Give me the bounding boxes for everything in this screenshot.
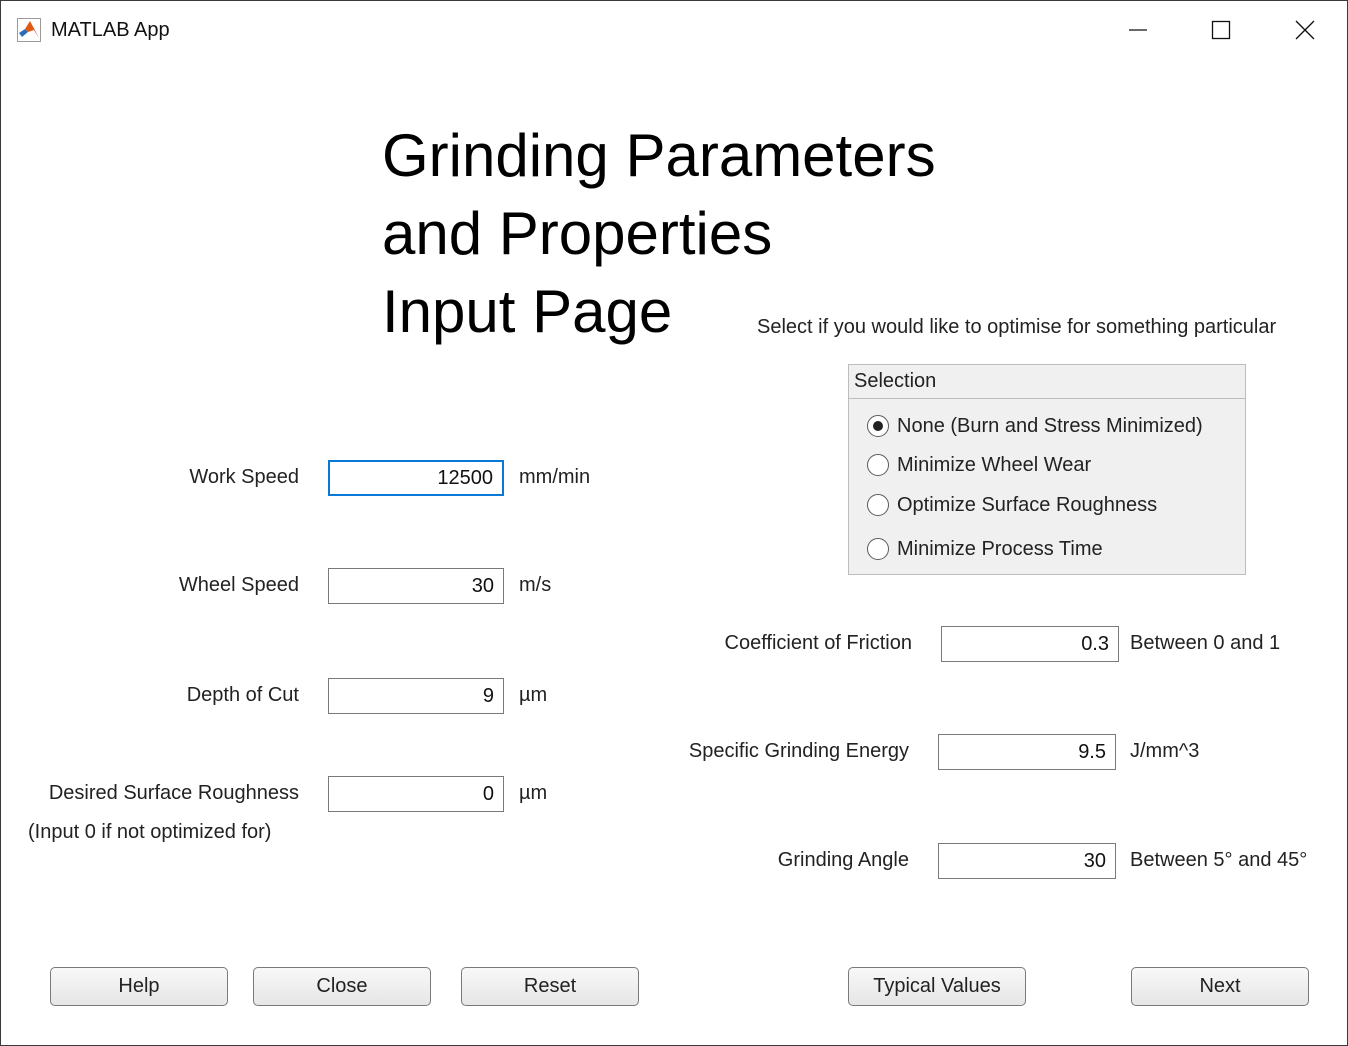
minimize-button[interactable] [1115, 11, 1161, 49]
maximize-button[interactable] [1198, 11, 1244, 49]
wheel-speed-label: Wheel Speed [178, 574, 299, 596]
wheel-speed-input[interactable] [328, 568, 504, 604]
radio-label[interactable]: Minimize Process Time [897, 537, 1103, 561]
typical-values-button[interactable]: Typical Values [848, 967, 1026, 1006]
radio-button[interactable] [867, 454, 889, 476]
specific-grinding-energy-label: Specific Grinding Energy [688, 740, 909, 762]
work-speed-unit: mm/min [519, 466, 591, 488]
reset-button[interactable]: Reset [461, 967, 639, 1006]
selection-panel: Selection None (Burn and Stress Minimize… [848, 364, 1246, 575]
depth-of-cut-unit: µm [519, 684, 548, 706]
radio-button[interactable] [867, 538, 889, 560]
page-title-line: and Properties [382, 200, 773, 267]
coefficient-of-friction-range: Between 0 and 1 [1130, 632, 1281, 654]
selection-panel-title: Selection [849, 365, 1245, 399]
surface-roughness-unit: µm [519, 782, 548, 804]
wheel-speed-unit: m/s [519, 574, 552, 596]
coefficient-of-friction-input[interactable] [941, 626, 1119, 662]
radio-button[interactable] [867, 494, 889, 516]
close-window-button[interactable] [1282, 11, 1328, 49]
grinding-angle-range: Between 5° and 45° [1130, 849, 1308, 871]
app-window: MATLAB App Grinding Parameters and Prope… [0, 0, 1348, 1046]
radio-label[interactable]: None (Burn and Stress Minimized) [897, 414, 1203, 438]
next-button[interactable]: Next [1131, 967, 1309, 1006]
work-speed-input[interactable] [328, 460, 504, 496]
specific-grinding-energy-unit: J/mm^3 [1130, 740, 1200, 762]
help-button[interactable]: Help [50, 967, 228, 1006]
matlab-logo-icon [17, 18, 41, 42]
surface-roughness-input[interactable] [328, 776, 504, 812]
coefficient-of-friction-label: Coefficient of Friction [724, 632, 913, 654]
grinding-angle-input[interactable] [938, 843, 1116, 879]
work-speed-label: Work Speed [189, 466, 299, 488]
roughness-note: (Input 0 if not optimized for) [28, 821, 272, 843]
surface-roughness-label: Desired Surface Roughness [48, 782, 299, 804]
close-icon [1295, 20, 1315, 40]
radio-label[interactable]: Minimize Wheel Wear [897, 453, 1091, 477]
grinding-angle-label: Grinding Angle [777, 849, 909, 871]
page-title-line: Grinding Parameters [382, 122, 936, 189]
depth-of-cut-label: Depth of Cut [186, 684, 299, 706]
close-button[interactable]: Close [253, 967, 431, 1006]
radio-label[interactable]: Optimize Surface Roughness [897, 493, 1157, 517]
page-title-line: Input Page [382, 278, 673, 345]
title-bar[interactable]: MATLAB App [1, 1, 1347, 59]
specific-grinding-energy-input[interactable] [938, 734, 1116, 770]
depth-of-cut-input[interactable] [328, 678, 504, 714]
optimise-prompt: Select if you would like to optimise for… [757, 316, 1277, 338]
radio-button-selected[interactable] [867, 415, 889, 437]
maximize-icon [1211, 20, 1231, 40]
window-title: MATLAB App [51, 19, 170, 41]
minimize-icon [1129, 29, 1147, 31]
radio-selected-dot [873, 421, 883, 431]
